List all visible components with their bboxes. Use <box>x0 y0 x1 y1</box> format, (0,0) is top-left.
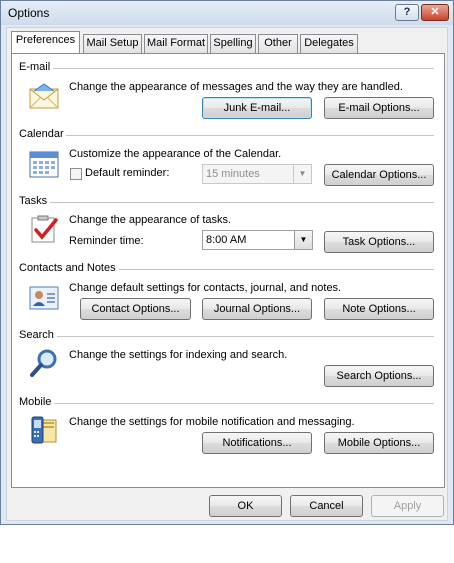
contacts-description: Change default settings for contacts, jo… <box>69 282 342 294</box>
task-options-button[interactable]: Task Options... <box>324 231 434 253</box>
default-reminder-select[interactable]: 15 minutes ▼ <box>202 164 312 184</box>
calendar-icon <box>29 151 59 178</box>
task-reminder-label: Reminder time: <box>69 235 144 247</box>
close-icon: ✕ <box>430 6 440 18</box>
tab-delegates[interactable]: Delegates <box>300 34 358 53</box>
default-reminder-label: Default reminder: <box>85 167 170 179</box>
cancel-button[interactable]: Cancel <box>290 495 363 517</box>
chevron-down-icon: ▼ <box>294 231 312 249</box>
help-icon: ? <box>403 6 411 18</box>
contacts-heading: Contacts and Notes <box>19 262 116 274</box>
options-dialog: Options ? ✕ Preferences Mail Setup Mail … <box>0 0 454 525</box>
contact-options-button[interactable]: Contact Options... <box>80 298 191 320</box>
calendar-options-button[interactable]: Calendar Options... <box>324 164 434 186</box>
mobile-description: Change the settings for mobile notificat… <box>69 416 355 428</box>
task-checkbox-icon <box>31 215 58 243</box>
calendar-divider <box>66 135 434 136</box>
default-reminder-value: 15 minutes <box>206 168 260 180</box>
email-heading: E-mail <box>19 61 51 73</box>
mobile-heading: Mobile <box>19 396 52 408</box>
task-reminder-time-select[interactable]: 8:00 AM ▼ <box>202 230 313 250</box>
ok-button[interactable]: OK <box>209 495 282 517</box>
contacts-divider <box>119 269 434 270</box>
tasks-description: Change the appearance of tasks. <box>69 214 232 226</box>
tab-other[interactable]: Other <box>258 34 298 53</box>
apply-button[interactable]: Apply <box>371 495 444 517</box>
help-button[interactable]: ? <box>395 4 419 21</box>
notifications-button[interactable]: Notifications... <box>202 432 312 454</box>
tab-spelling[interactable]: Spelling <box>210 34 256 53</box>
email-divider <box>53 68 434 69</box>
tasks-divider <box>50 202 434 203</box>
magnifier-icon <box>30 349 57 377</box>
mobile-divider <box>54 403 434 404</box>
mobile-options-button[interactable]: Mobile Options... <box>324 432 434 454</box>
calendar-description: Customize the appearance of the Calendar… <box>69 148 282 160</box>
default-reminder-checkbox[interactable] <box>70 168 82 180</box>
tab-mail-setup[interactable]: Mail Setup <box>83 34 142 53</box>
calendar-heading: Calendar <box>19 128 64 140</box>
tab-mail-format[interactable]: Mail Format <box>144 34 208 53</box>
search-divider <box>57 336 434 337</box>
chevron-down-icon: ▼ <box>293 165 311 183</box>
title-bar: Options ? ✕ <box>1 1 453 25</box>
close-button[interactable]: ✕ <box>421 4 449 21</box>
junk-email-button[interactable]: Junk E-mail... <box>202 97 312 119</box>
window-title: Options <box>8 6 50 20</box>
note-options-button[interactable]: Note Options... <box>324 298 434 320</box>
email-description: Change the appearance of messages and th… <box>69 81 403 93</box>
search-heading: Search <box>19 329 54 341</box>
journal-options-button[interactable]: Journal Options... <box>202 298 312 320</box>
mobile-device-icon <box>31 416 57 444</box>
envelope-icon <box>29 83 59 109</box>
email-options-button[interactable]: E-mail Options... <box>324 97 434 119</box>
search-description: Change the settings for indexing and sea… <box>69 349 288 361</box>
search-options-button[interactable]: Search Options... <box>324 365 434 387</box>
tasks-heading: Tasks <box>19 195 48 207</box>
tab-preferences[interactable]: Preferences <box>11 31 80 53</box>
contact-card-icon <box>29 286 59 310</box>
task-reminder-value: 8:00 AM <box>206 234 247 246</box>
